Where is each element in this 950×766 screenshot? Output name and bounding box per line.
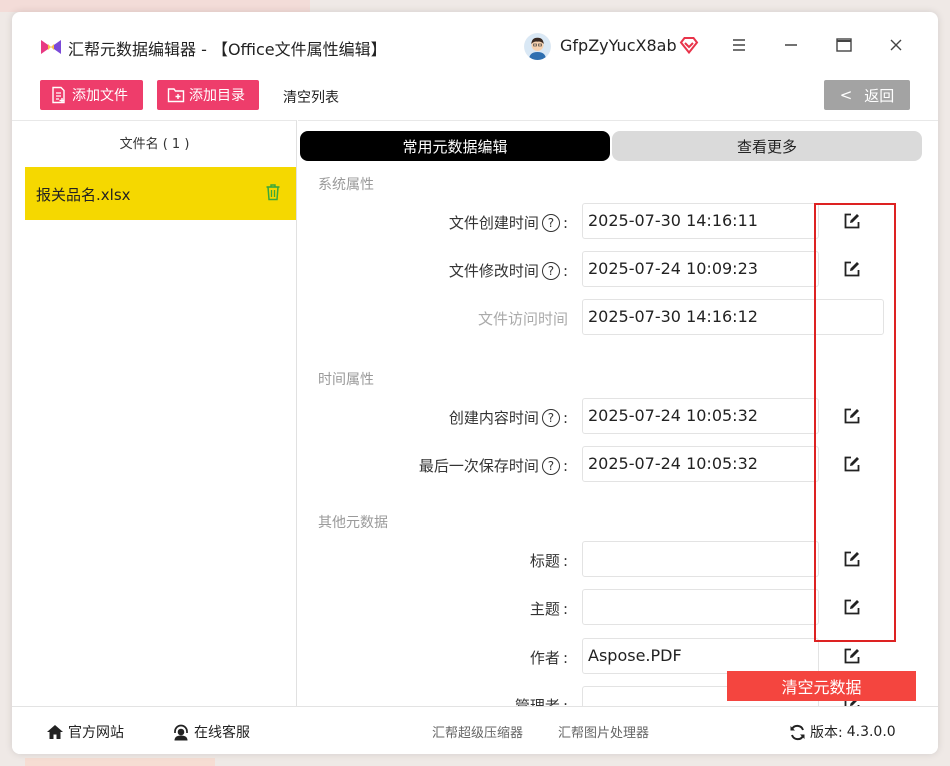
- label-text: 主题: [529, 600, 560, 618]
- label-text: 标题: [529, 552, 560, 570]
- add-directory-button[interactable]: 添加目录: [157, 80, 259, 110]
- field-label-access-time: 文件访问时间: [478, 308, 568, 329]
- field-label-manager: 管理者 :: [514, 695, 568, 707]
- label-colon: :: [562, 648, 568, 667]
- add-file-icon: [52, 86, 65, 104]
- label-colon: :: [562, 213, 568, 232]
- help-icon[interactable]: ?: [541, 213, 560, 232]
- compressor-link[interactable]: 汇帮超级压缩器: [432, 722, 523, 741]
- field-label-content-created: 创建内容时间 ? :: [449, 407, 568, 428]
- label-colon: :: [562, 408, 568, 427]
- clear-list-button[interactable]: 清空列表: [283, 87, 339, 107]
- last-saved-input[interactable]: 2025-07-24 10:05:32: [582, 446, 819, 482]
- tab-common-metadata[interactable]: 常用元数据编辑: [300, 131, 610, 161]
- section-time-properties: 时间属性: [318, 372, 374, 388]
- online-support-label: 在线客服: [194, 725, 250, 741]
- minimize-icon[interactable]: [780, 34, 802, 56]
- back-button[interactable]: < 返回: [824, 80, 910, 110]
- help-icon[interactable]: ?: [541, 456, 560, 475]
- help-icon[interactable]: ?: [541, 261, 560, 280]
- label-text: 最后一次保存时间: [418, 457, 539, 475]
- maximize-icon[interactable]: [833, 34, 855, 56]
- title-input[interactable]: [582, 541, 819, 577]
- version-number: 4.3.0.0: [846, 724, 896, 740]
- vip-diamond-icon[interactable]: [679, 36, 699, 54]
- label-text: 管理者: [514, 697, 560, 706]
- file-list-panel: 文件名 ( 1 ) 报关品名.xlsx: [12, 120, 297, 706]
- section-system-properties: 系统属性: [318, 177, 374, 193]
- version-label: 版本:: [810, 725, 843, 741]
- label-colon: :: [562, 261, 568, 280]
- label-colon: :: [562, 551, 568, 570]
- background-decoration: [0, 0, 310, 12]
- official-website-link[interactable]: 官方网站: [46, 722, 124, 742]
- label-text: 文件创建时间: [448, 214, 539, 232]
- add-folder-icon: [167, 88, 185, 103]
- tab-view-more[interactable]: 查看更多: [612, 131, 922, 161]
- label-text: 作者: [529, 649, 560, 667]
- field-label-last-saved: 最后一次保存时间 ? :: [419, 455, 568, 476]
- add-directory-label: 添加目录: [189, 88, 245, 104]
- title-bar: 汇帮元数据编辑器 - 【Office文件属性编辑】 GfpZyYucX8ab: [12, 12, 938, 74]
- edit-icon[interactable]: [843, 647, 861, 665]
- avatar[interactable]: [524, 33, 551, 60]
- field-label-create-time: 文件创建时间 ? :: [449, 212, 568, 233]
- section-other-metadata: 其他元数据: [318, 515, 388, 531]
- trash-icon[interactable]: [265, 183, 281, 201]
- background-decoration: [25, 758, 215, 766]
- field-label-subject: 主题 :: [530, 598, 568, 619]
- content-created-input[interactable]: 2025-07-24 10:05:32: [582, 398, 819, 434]
- footer: 官方网站 在线客服 汇帮超级压缩器 汇帮图片处理器 版本: 4.3.0.0: [12, 706, 938, 754]
- menu-icon[interactable]: [728, 34, 750, 56]
- toolbar: 添加文件 添加目录 清空列表 < 返回: [12, 74, 938, 120]
- subject-input[interactable]: [582, 589, 819, 625]
- avatar-icon: [524, 33, 551, 60]
- file-list-header: 文件名 ( 1 ): [119, 137, 190, 152]
- clear-metadata-button[interactable]: 清空元数据: [727, 671, 916, 701]
- field-label-modify-time: 文件修改时间 ? :: [449, 260, 568, 281]
- modify-time-input[interactable]: 2025-07-24 10:09:23: [582, 251, 819, 287]
- close-icon[interactable]: [885, 34, 907, 56]
- label-colon: :: [562, 696, 568, 707]
- image-tool-link[interactable]: 汇帮图片处理器: [558, 722, 649, 741]
- label-colon: :: [562, 599, 568, 618]
- add-file-button[interactable]: 添加文件: [40, 80, 143, 110]
- metadata-panel: 常用元数据编辑 查看更多 系统属性 文件创建时间 ? : 2025-07-30 …: [298, 120, 938, 706]
- official-website-label: 官方网站: [68, 725, 124, 741]
- username: GfpZyYucX8ab: [560, 36, 677, 55]
- help-icon[interactable]: ?: [541, 408, 560, 427]
- refresh-icon: [790, 724, 805, 740]
- headset-icon: [174, 724, 188, 740]
- online-support-link[interactable]: 在线客服: [172, 722, 250, 742]
- version-info[interactable]: 版本: 4.3.0.0: [789, 722, 896, 742]
- chevron-left-icon: <: [839, 86, 853, 104]
- add-file-label: 添加文件: [72, 88, 128, 104]
- app-logo-icon: [41, 40, 61, 54]
- label-text: 创建内容时间: [448, 409, 539, 427]
- label-text: 文件访问时间: [477, 310, 568, 328]
- back-label: 返回: [864, 86, 895, 105]
- label-colon: :: [562, 456, 568, 475]
- file-name: 报关品名.xlsx: [36, 186, 131, 204]
- app-window: 汇帮元数据编辑器 - 【Office文件属性编辑】 GfpZyYucX8ab 添…: [12, 12, 938, 754]
- field-label-author: 作者 :: [530, 647, 568, 668]
- author-input[interactable]: Aspose.PDF: [582, 638, 819, 674]
- highlight-box: [814, 203, 896, 642]
- list-item[interactable]: 报关品名.xlsx: [25, 167, 296, 220]
- home-icon: [47, 725, 63, 739]
- create-time-input[interactable]: 2025-07-30 14:16:11: [582, 203, 819, 239]
- field-label-title: 标题 :: [530, 550, 568, 571]
- label-text: 文件修改时间: [448, 262, 539, 280]
- app-title: 汇帮元数据编辑器 - 【Office文件属性编辑】: [68, 40, 387, 59]
